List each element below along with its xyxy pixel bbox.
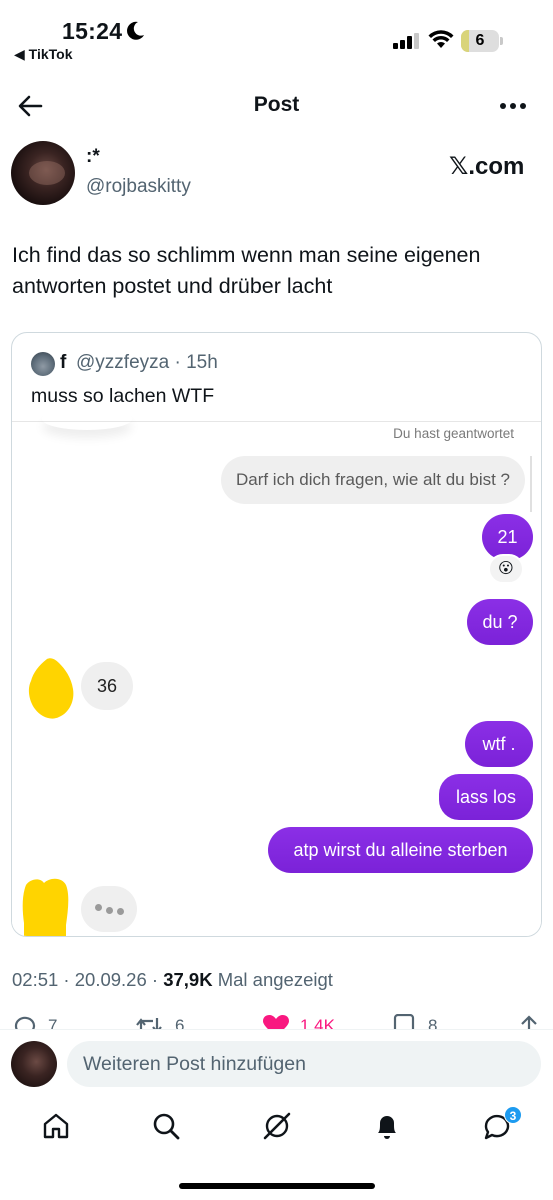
bookmark-count: 8 <box>428 1016 438 1030</box>
chat-message-du: du ? <box>467 599 533 645</box>
cellular-signal-icon <box>393 33 419 49</box>
scribble-covered-avatar-2 <box>22 878 69 936</box>
repost-icon <box>136 1018 162 1030</box>
battery-level: 6 <box>475 32 485 49</box>
current-user-avatar <box>11 1041 57 1087</box>
scribble-covered-avatar <box>28 658 74 719</box>
home-indicator <box>179 1183 375 1189</box>
back-to-tiktok-link[interactable]: ◀ TikTok <box>14 46 72 63</box>
reply-input[interactable]: Weiteren Post hinzufügen <box>67 1041 541 1087</box>
view-count: 37,9K <box>163 969 213 990</box>
post-timestamp: 02:51 · 20.09.26 · <box>12 969 164 990</box>
page-title: Post <box>253 93 300 116</box>
bottom-navigation <box>0 1101 553 1161</box>
search-icon[interactable] <box>151 1111 181 1141</box>
post-header: Post <box>0 78 553 134</box>
source-label: 𝕏.com <box>449 153 525 180</box>
surprised-reaction-icon: 😮 <box>488 554 524 584</box>
share-icon <box>521 1015 537 1030</box>
typing-indicator <box>81 886 137 932</box>
battery-indicator: 6 <box>461 30 505 52</box>
home-icon[interactable] <box>41 1111 71 1141</box>
quoted-author-avatar <box>31 352 55 376</box>
chat-message-atp: atp wirst du alleine sterben <box>268 827 533 873</box>
like-count: 1,4K <box>300 1016 335 1030</box>
chat-message-wtf: wtf . <box>465 721 533 767</box>
wifi-icon <box>428 30 454 48</box>
view-label: Mal angezeigt <box>212 969 333 990</box>
moon-icon <box>127 21 144 40</box>
quoted-post-text: muss so lachen WTF <box>31 385 215 407</box>
author-display-name[interactable]: :* <box>86 146 100 168</box>
reply-icon <box>14 1016 36 1030</box>
quoted-author-name: f <box>60 352 67 373</box>
repost-count: 6 <box>175 1016 185 1030</box>
quoted-post[interactable]: f @yzzfeyza · 15h muss so lachen WTF Du … <box>11 332 542 937</box>
status-bar: 15:24 ◀ TikTok 6 <box>0 0 553 70</box>
messages-badge: 3 <box>504 1106 522 1124</box>
grok-icon[interactable] <box>262 1111 292 1141</box>
quoted-author-handle: @yzzfeyza · 15h <box>76 352 218 373</box>
chat-message-lass-los: lass los <box>439 774 533 820</box>
reply-count: 7 <box>48 1016 58 1030</box>
chat-message-36: 36 <box>81 662 133 710</box>
chat-message-question: Darf ich dich fragen, wie alt du bist ? <box>220 456 525 504</box>
author-handle[interactable]: @rojbaskitty <box>86 176 191 198</box>
replied-label: Du hast geantwortet <box>393 426 514 441</box>
post-meta: 02:51 · 20.09.26 · 37,9K Mal angezeigt <box>12 969 333 991</box>
clock: 15:24 <box>62 18 123 44</box>
bookmark-icon <box>393 1014 415 1030</box>
heart-icon <box>263 1015 289 1030</box>
more-options-icon[interactable] <box>499 102 527 110</box>
notifications-bell-icon[interactable] <box>372 1111 402 1141</box>
chat-screenshot-image: Du hast geantwortet Darf ich dich fragen… <box>12 421 541 936</box>
action-row: 7 6 1,4K 8 <box>0 1010 553 1030</box>
reply-bar: Weiteren Post hinzufügen <box>0 1029 553 1101</box>
author-avatar[interactable] <box>11 141 75 205</box>
post-text: Ich find das so schlimm wenn man seine e… <box>12 243 481 298</box>
